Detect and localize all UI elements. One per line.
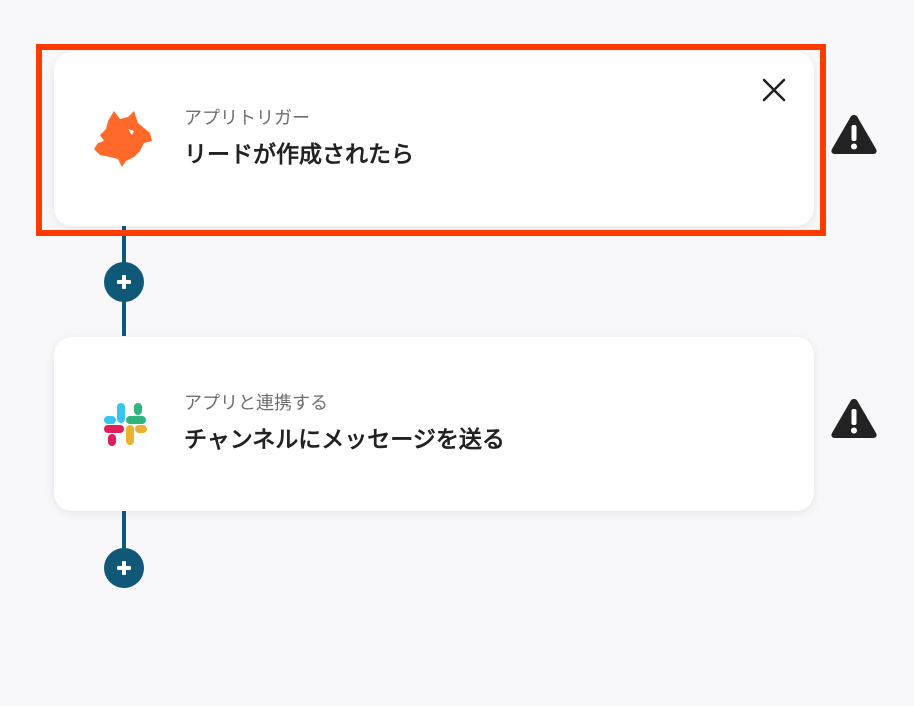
action-step-card[interactable]: アプリと連携する チャンネルにメッセージを送る xyxy=(54,337,814,511)
slack-icon xyxy=(94,393,156,455)
add-step-button-2[interactable] xyxy=(104,548,144,588)
plus-icon xyxy=(117,561,131,575)
plus-icon xyxy=(117,275,131,289)
step-subtitle: アプリトリガー xyxy=(184,108,310,129)
add-step-button-1[interactable] xyxy=(104,262,144,302)
step-subtitle: アプリと連携する xyxy=(184,393,328,414)
fox-icon xyxy=(94,108,156,170)
warning-icon[interactable] xyxy=(830,112,878,156)
close-icon xyxy=(762,78,786,102)
warning-icon[interactable] xyxy=(830,396,878,440)
trigger-step-card[interactable]: アプリトリガー リードが作成されたら xyxy=(54,52,814,226)
close-button[interactable] xyxy=(760,76,788,104)
step-title: チャンネルにメッセージを送る xyxy=(184,427,505,453)
step-title: リードが作成されたら xyxy=(184,142,414,168)
flow-canvas: アプリトリガー リードが作成されたら アプリと連携する チャンネルにメッセージを… xyxy=(0,0,914,706)
